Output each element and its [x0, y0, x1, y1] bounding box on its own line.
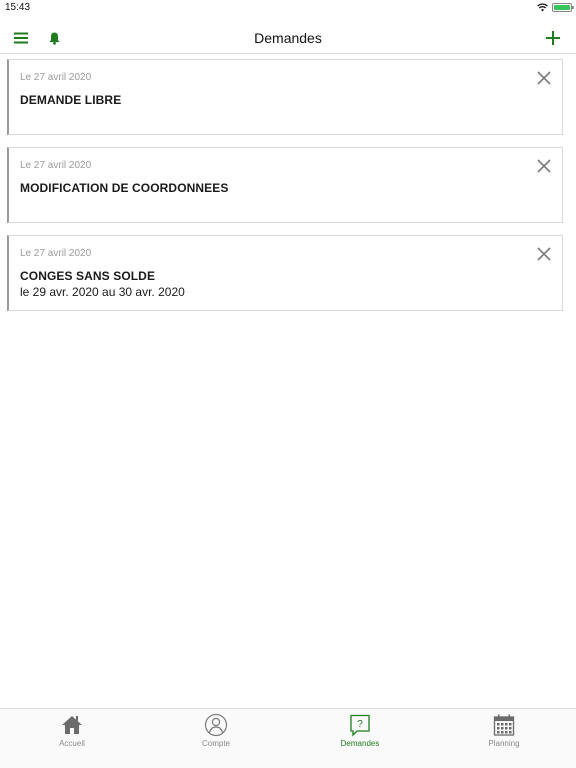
navigation-bar: Demandes	[0, 22, 576, 54]
tab-label: Compte	[201, 739, 230, 748]
question-bubble-icon: ?	[350, 714, 370, 737]
battery-icon	[552, 3, 574, 12]
request-title: CONGES SANS SOLDE	[20, 269, 156, 283]
tab-compte[interactable]: Compte	[144, 709, 288, 768]
tab-accueil[interactable]: Accueil	[0, 709, 144, 768]
svg-text:?: ?	[357, 719, 363, 730]
close-icon[interactable]	[536, 70, 552, 86]
request-card[interactable]: Le 27 avril 2020 MODIFICATION DE COORDON…	[7, 147, 563, 223]
request-title: MODIFICATION DE COORDONNEES	[20, 181, 229, 195]
request-period: le 29 avr. 2020 au 30 avr. 2020	[20, 285, 185, 299]
status-time: 15:43	[5, 2, 31, 13]
add-request-button[interactable]	[542, 28, 564, 48]
requests-list: Le 27 avril 2020 DEMANDE LIBRE Le 27 avr…	[7, 59, 563, 323]
request-card[interactable]: Le 27 avril 2020 CONGES SANS SOLDE le 29…	[7, 235, 563, 311]
wifi-icon	[537, 3, 548, 12]
plus-icon	[546, 31, 560, 45]
request-date: Le 27 avril 2020	[20, 248, 92, 259]
request-date: Le 27 avril 2020	[20, 160, 92, 171]
close-icon[interactable]	[536, 246, 552, 262]
battery-level	[554, 5, 570, 10]
tab-label: Planning	[488, 739, 520, 748]
tab-label: Accueil	[59, 739, 85, 748]
tab-demandes[interactable]: ? Demandes	[288, 709, 432, 768]
tab-bar: Accueil Compte ? Demandes Planning	[0, 708, 576, 768]
close-icon[interactable]	[536, 158, 552, 174]
request-card[interactable]: Le 27 avril 2020 DEMANDE LIBRE	[7, 59, 563, 135]
status-bar: 15:43	[0, 0, 576, 16]
user-icon	[204, 713, 228, 737]
status-indicators	[537, 3, 574, 12]
tab-planning[interactable]: Planning	[432, 709, 576, 768]
request-date: Le 27 avril 2020	[20, 72, 92, 83]
home-icon	[62, 716, 82, 734]
calendar-icon	[493, 714, 515, 736]
tab-label: Demandes	[340, 739, 380, 748]
request-title: DEMANDE LIBRE	[20, 93, 122, 107]
page-title: Demandes	[254, 30, 322, 46]
